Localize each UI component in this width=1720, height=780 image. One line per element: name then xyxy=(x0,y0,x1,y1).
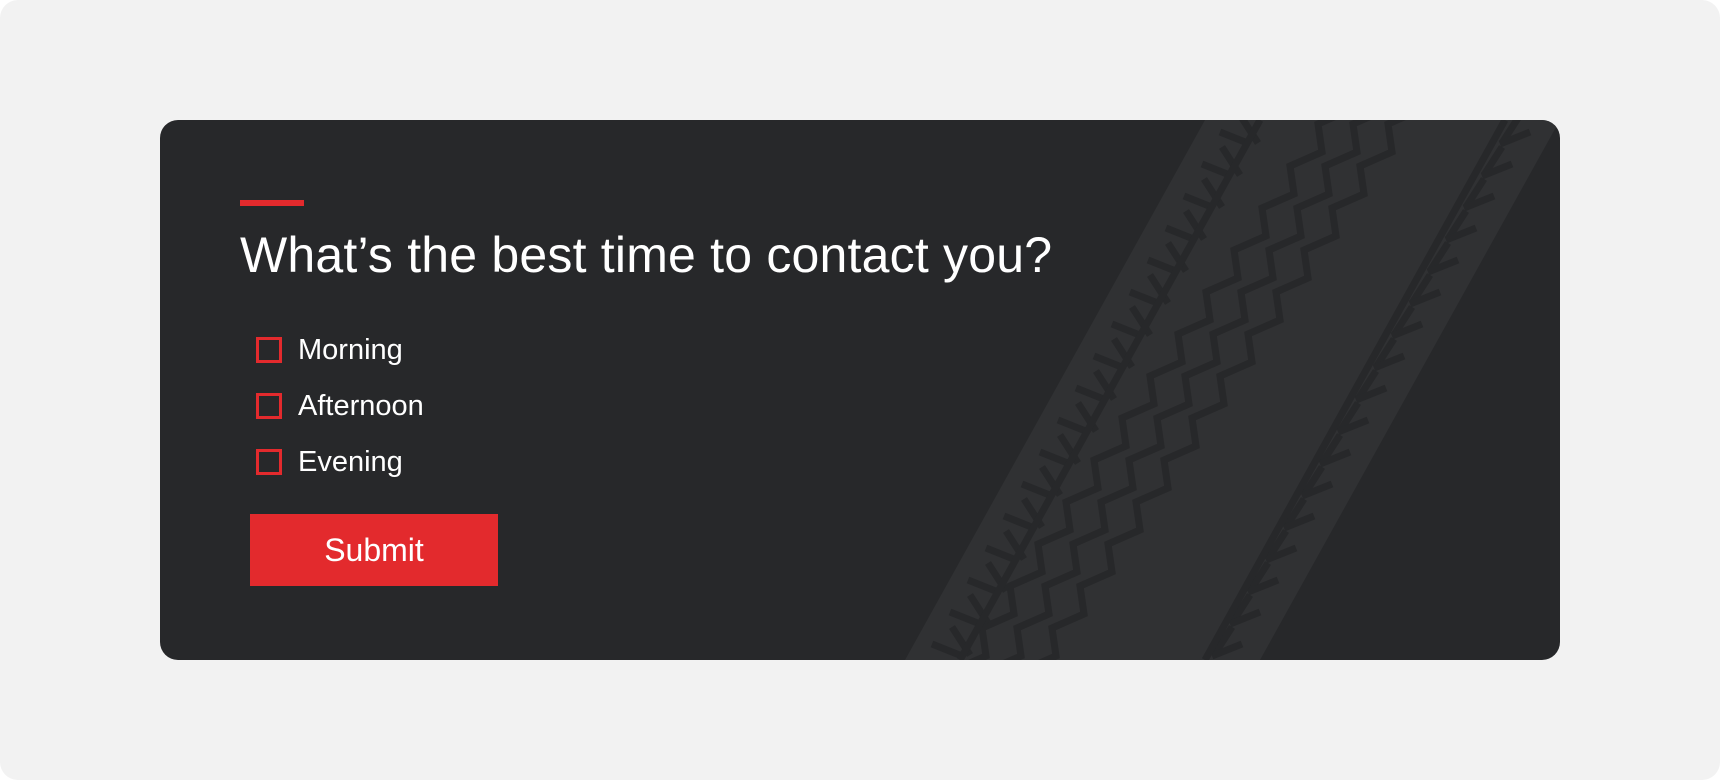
option-label: Morning xyxy=(298,333,403,366)
page-background: What’s the best time to contact you? Mor… xyxy=(0,0,1720,780)
option-label: Evening xyxy=(298,445,403,478)
form-question: What’s the best time to contact you? xyxy=(240,227,1053,283)
submit-button[interactable]: Submit xyxy=(250,514,498,586)
morning-checkbox[interactable] xyxy=(256,337,282,363)
option-label: Afternoon xyxy=(298,389,424,422)
afternoon-checkbox[interactable] xyxy=(256,393,282,419)
option-evening[interactable]: Evening xyxy=(256,434,424,490)
contact-time-card: What’s the best time to contact you? Mor… xyxy=(160,120,1560,660)
option-morning[interactable]: Morning xyxy=(256,322,424,378)
accent-bar xyxy=(240,200,304,206)
time-options-list: Morning Afternoon Evening xyxy=(256,322,424,490)
option-afternoon[interactable]: Afternoon xyxy=(256,378,424,434)
evening-checkbox[interactable] xyxy=(256,449,282,475)
